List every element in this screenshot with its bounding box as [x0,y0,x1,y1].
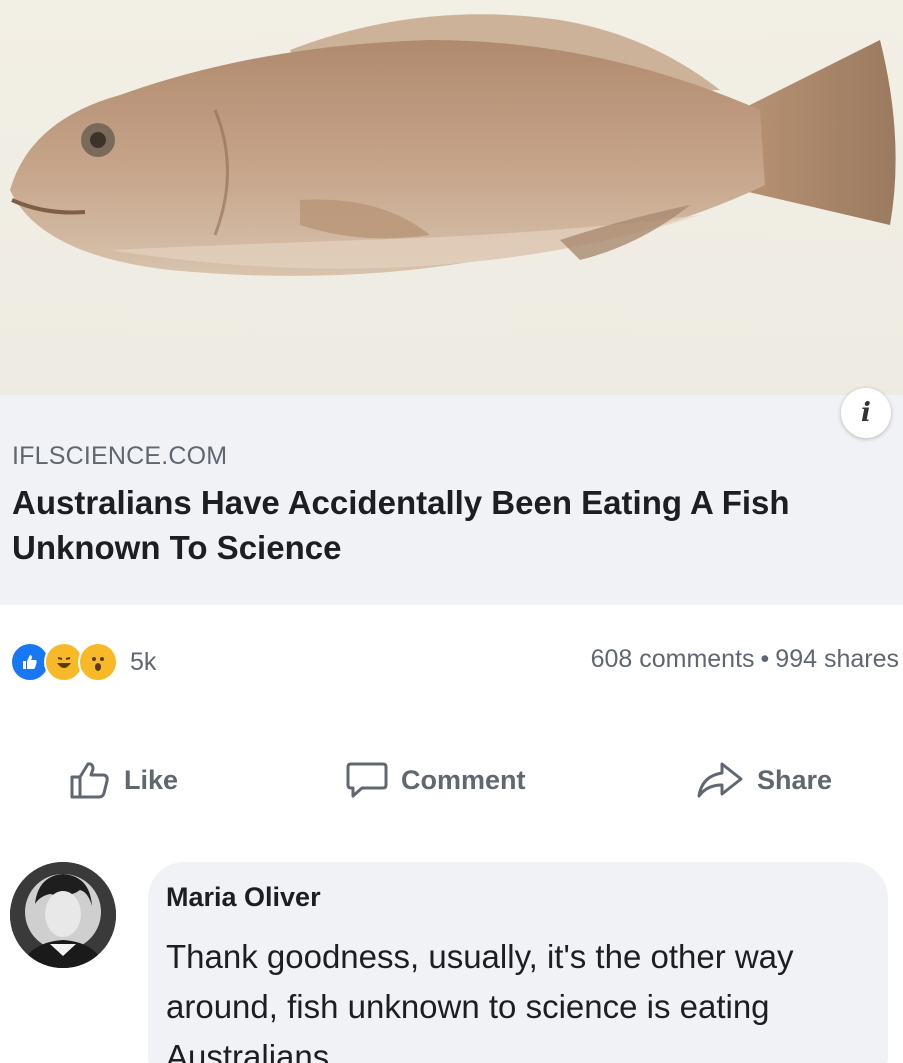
post-actions: Like Comment Share [0,750,903,810]
comment-count[interactable]: 608 comments [591,645,755,673]
info-icon[interactable]: i [841,388,891,438]
wow-reaction-icon [78,642,118,682]
comment-author[interactable]: Maria Oliver [166,882,321,913]
avatar[interactable] [10,862,116,968]
share-label: Share [757,764,833,795]
fish-illustration [10,14,896,276]
like-button[interactable]: Like [68,750,178,810]
comment-button[interactable]: Comment [345,750,526,810]
link-preview-image[interactable] [0,0,903,395]
comment-icon [346,762,388,798]
profile-photo-icon [10,862,116,968]
stats-separator: • [760,645,770,673]
share-button[interactable]: Share [695,750,832,810]
reactions-summary[interactable]: 5k [10,642,156,682]
share-count[interactable]: 994 shares [775,645,899,673]
thumbs-up-icon [70,762,109,799]
comment-label: Comment [401,764,526,795]
post-stats: 608 comments • 994 shares [591,645,899,674]
like-label: Like [124,764,179,795]
comment-text: Thank goodness, usually, it's the other … [166,938,794,1063]
reaction-count: 5k [130,647,157,676]
link-domain: IFLSCIENCE.COM [12,442,228,470]
share-icon [697,762,743,798]
link-title[interactable]: Australians Have Accidentally Been Eatin… [12,480,892,570]
